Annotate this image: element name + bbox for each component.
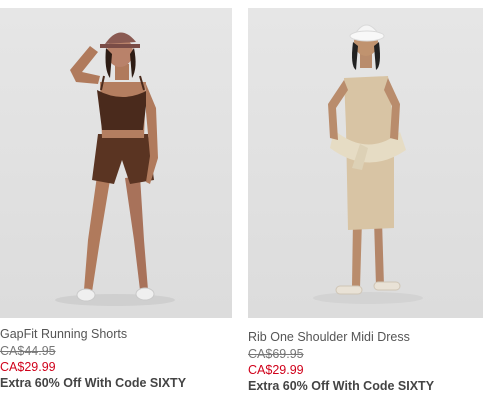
product-image[interactable] bbox=[0, 8, 232, 318]
sale-price: CA$29.99 bbox=[0, 360, 56, 374]
model-photo-illustration bbox=[313, 24, 423, 304]
product-info: Rib One Shoulder Midi Dress CA$69.95 CA$… bbox=[248, 329, 483, 395]
product-card[interactable]: GapFit Running Shorts CA$44.95 CA$29.99 … bbox=[0, 0, 234, 390]
model-photo-illustration bbox=[55, 32, 175, 306]
product-info: GapFit Running Shorts CA$44.95 CA$29.99 … bbox=[0, 326, 240, 392]
original-price: CA$44.95 bbox=[0, 344, 56, 358]
product-name-link[interactable]: Rib One Shoulder Midi Dress bbox=[248, 329, 483, 346]
sale-price: CA$29.99 bbox=[248, 363, 304, 377]
product-grid: GapFit Running Shorts CA$44.95 CA$29.99 … bbox=[0, 0, 483, 416]
product-name-link[interactable]: GapFit Running Shorts bbox=[0, 326, 240, 343]
original-price: CA$69.95 bbox=[248, 347, 304, 361]
promo-text: Extra 60% Off With Code SIXTY bbox=[248, 379, 435, 393]
product-image[interactable] bbox=[248, 8, 483, 318]
promo-text: Extra 60% Off With Code SIXTY bbox=[0, 376, 187, 390]
product-card[interactable]: Rib One Shoulder Midi Dress CA$69.95 CA$… bbox=[248, 0, 483, 393]
